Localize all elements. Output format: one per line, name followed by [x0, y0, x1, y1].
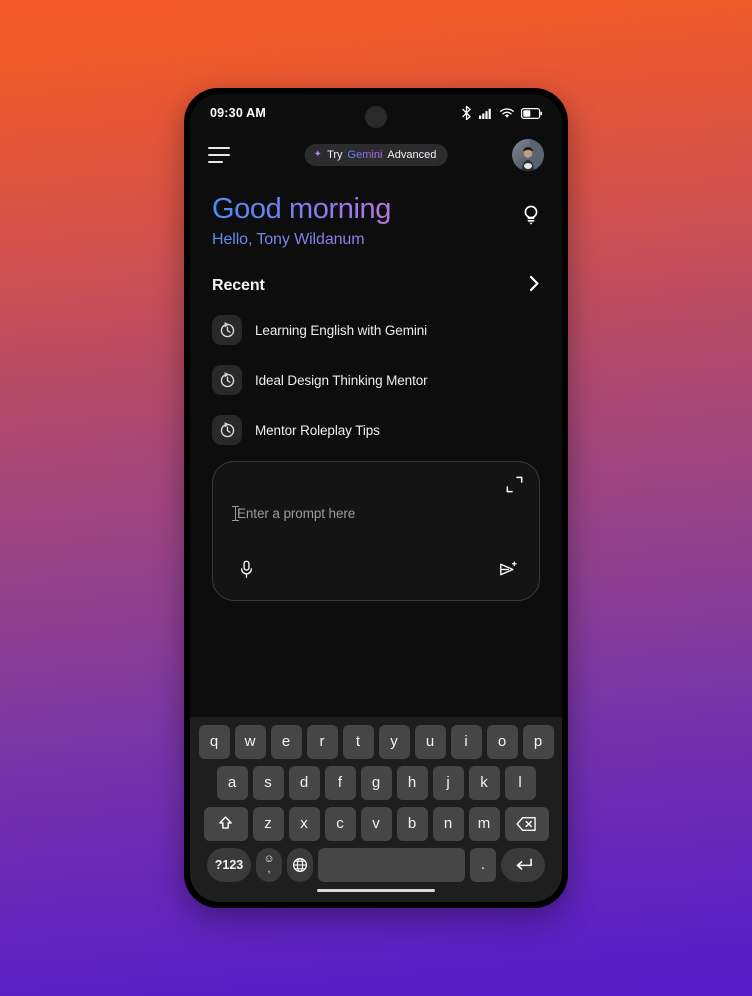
- key-a[interactable]: a: [216, 765, 248, 800]
- list-item-label: Learning English with Gemini: [255, 322, 428, 338]
- list-item[interactable]: Ideal Design Thinking Mentor: [212, 359, 540, 401]
- emoji-comma-key[interactable]: ☺ ,: [256, 847, 282, 882]
- status-bar: 09:30 AM: [190, 94, 562, 132]
- list-item-label: Ideal Design Thinking Mentor: [255, 372, 428, 388]
- key-l[interactable]: l: [504, 765, 536, 800]
- user-greeting-subtitle: Hello, Tony Wildanum: [212, 231, 514, 249]
- keyboard-row-3: z x c v b n m: [194, 806, 558, 841]
- cellular-signal-icon: [479, 107, 493, 119]
- key-s[interactable]: s: [252, 765, 284, 800]
- history-clock-icon: [212, 365, 242, 396]
- enter-return-icon[interactable]: [501, 847, 545, 882]
- on-screen-keyboard: q w e r t y u i o p a s d f g h j k l z …: [190, 716, 562, 902]
- comma-label: ,: [267, 863, 271, 875]
- pill-try-label: Try: [327, 149, 343, 161]
- key-z[interactable]: z: [252, 806, 284, 841]
- list-item[interactable]: Learning English with Gemini: [212, 309, 540, 351]
- key-q[interactable]: q: [198, 724, 230, 759]
- main-content: Good morning Hello, Tony Wildanum Recent: [190, 178, 562, 717]
- key-i[interactable]: i: [450, 724, 482, 759]
- hamburger-menu-icon[interactable]: [208, 147, 230, 163]
- expand-icon[interactable]: [506, 476, 523, 498]
- period-key[interactable]: .: [470, 847, 496, 882]
- text-caret: [232, 506, 239, 522]
- key-r[interactable]: r: [306, 724, 338, 759]
- key-t[interactable]: t: [342, 724, 374, 759]
- history-clock-icon: [212, 315, 242, 346]
- home-gesture-bar[interactable]: [317, 888, 435, 892]
- key-w[interactable]: w: [234, 724, 266, 759]
- space-bar-key[interactable]: [318, 847, 465, 882]
- key-o[interactable]: o: [486, 724, 518, 759]
- phone-frame: 09:30 AM ✦ Try Gemini Advanced Good morn…: [184, 88, 568, 908]
- list-item-label: Mentor Roleplay Tips: [255, 422, 380, 438]
- bluetooth-icon: [461, 106, 472, 120]
- pill-advanced-label: Advanced: [387, 149, 437, 161]
- numeric-symbols-key[interactable]: ?123: [207, 847, 251, 882]
- page-title: Good morning: [212, 192, 514, 226]
- sparkle-icon: ✦: [313, 149, 323, 160]
- shift-up-arrow-icon[interactable]: [203, 806, 248, 841]
- key-d[interactable]: d: [288, 765, 320, 800]
- key-p[interactable]: p: [522, 724, 554, 759]
- microphone-icon[interactable]: [239, 560, 254, 584]
- chevron-right-icon[interactable]: [529, 275, 540, 297]
- search-input[interactable]: Enter a prompt here: [237, 506, 355, 521]
- key-b[interactable]: b: [396, 806, 428, 841]
- key-j[interactable]: j: [432, 765, 464, 800]
- key-c[interactable]: c: [324, 806, 356, 841]
- list-item[interactable]: Mentor Roleplay Tips: [212, 409, 540, 451]
- keyboard-row-2: a s d f g h j k l: [194, 765, 558, 800]
- app-top-bar: ✦ Try Gemini Advanced: [190, 132, 562, 178]
- recent-section-header[interactable]: Recent: [212, 275, 540, 297]
- key-x[interactable]: x: [288, 806, 320, 841]
- avatar[interactable]: [512, 139, 544, 171]
- greeting-row: Good morning Hello, Tony Wildanum: [212, 192, 540, 249]
- avatar-photo: [512, 139, 544, 171]
- camera-punch-hole: [365, 106, 387, 128]
- status-icon-group: [461, 106, 542, 120]
- key-k[interactable]: k: [468, 765, 500, 800]
- wifi-icon: [500, 107, 514, 119]
- status-time: 09:30 AM: [210, 106, 267, 120]
- try-gemini-advanced-button[interactable]: ✦ Try Gemini Advanced: [304, 144, 448, 166]
- keyboard-row-4: ?123 ☺ , .: [194, 847, 558, 882]
- key-u[interactable]: u: [414, 724, 446, 759]
- key-y[interactable]: y: [378, 724, 410, 759]
- prompt-placeholder-row[interactable]: Enter a prompt here: [232, 506, 355, 522]
- key-v[interactable]: v: [360, 806, 392, 841]
- key-h[interactable]: h: [396, 765, 428, 800]
- history-clock-icon: [212, 415, 242, 446]
- backspace-delete-icon[interactable]: [504, 806, 549, 841]
- key-e[interactable]: e: [270, 724, 302, 759]
- recent-history-list: Learning English with Gemini Ideal Desig…: [212, 309, 540, 451]
- send-sparkle-icon[interactable]: [499, 561, 517, 583]
- key-g[interactable]: g: [360, 765, 392, 800]
- greeting-block: Good morning Hello, Tony Wildanum: [212, 192, 514, 249]
- lightbulb-icon[interactable]: [522, 204, 540, 231]
- language-globe-icon[interactable]: [287, 847, 313, 882]
- prompt-input-box[interactable]: Enter a prompt here: [212, 461, 540, 602]
- keyboard-row-1: q w e r t y u i o p: [194, 724, 558, 759]
- key-m[interactable]: m: [468, 806, 500, 841]
- battery-icon: [521, 107, 542, 119]
- phone-screen: 09:30 AM ✦ Try Gemini Advanced Good morn…: [190, 94, 562, 902]
- key-f[interactable]: f: [324, 765, 356, 800]
- key-n[interactable]: n: [432, 806, 464, 841]
- pill-gemini-label: Gemini: [347, 149, 383, 161]
- recent-label: Recent: [212, 277, 265, 295]
